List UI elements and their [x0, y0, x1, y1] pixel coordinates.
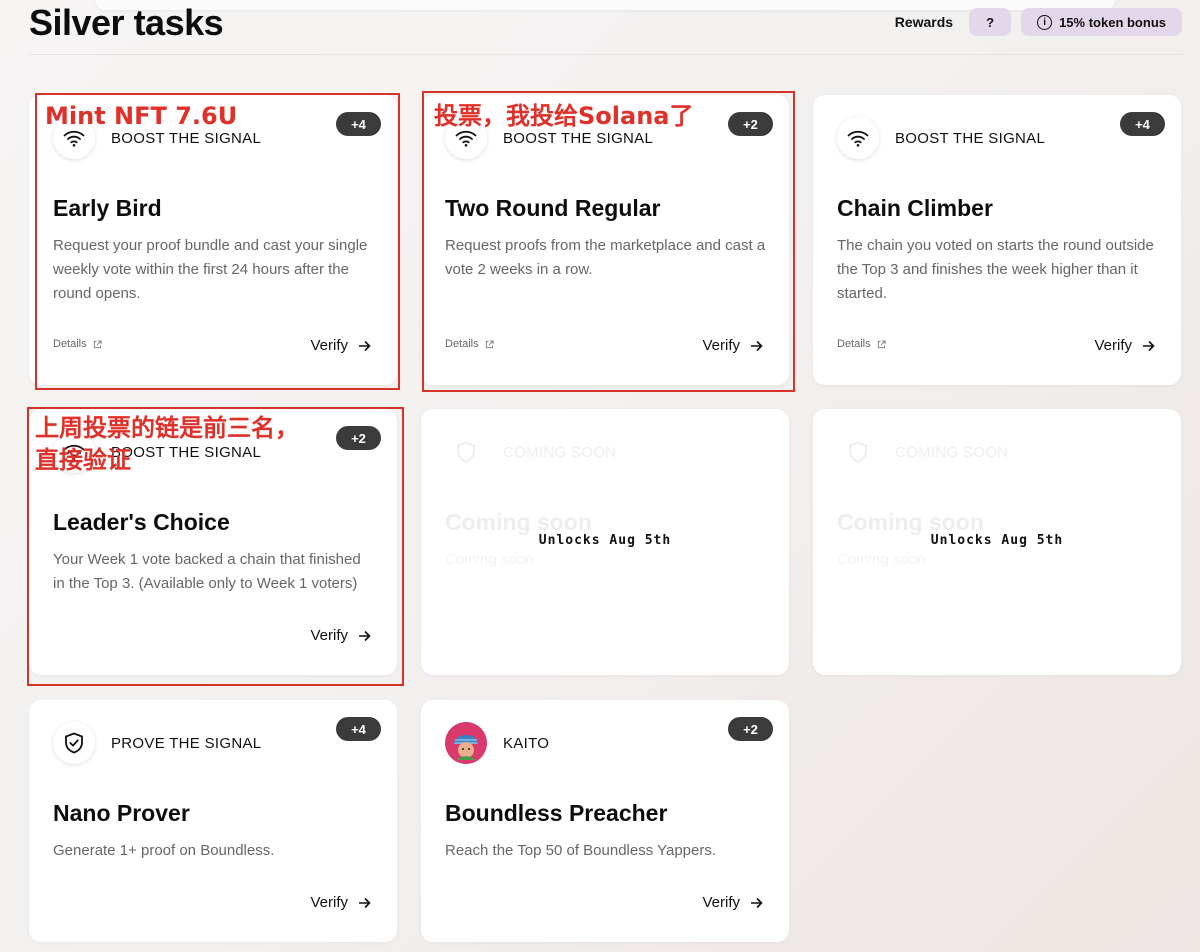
annotation-text-two-round: 投票，我投给Solana了 — [434, 102, 694, 130]
verify-label: Verify — [702, 337, 740, 354]
task-card-coming-soon: COMING SOON Coming soon Coming soon Unlo… — [813, 409, 1181, 675]
task-category: BOOST THE SIGNAL — [503, 130, 654, 147]
verify-label: Verify — [310, 894, 348, 911]
task-title: Coming soon — [445, 509, 592, 535]
annotation-text-leaders-choice-line1: 上周投票的链是前三名， — [35, 414, 299, 442]
wifi-icon — [837, 117, 879, 159]
task-description: Coming soon — [445, 551, 534, 568]
external-link-icon — [93, 339, 102, 348]
task-card-coming-soon: COMING SOON Coming soon Coming soon Unlo… — [421, 409, 789, 675]
details-link[interactable]: Details — [837, 338, 886, 350]
task-title: Two Round Regular — [445, 195, 661, 221]
task-category: BOOST THE SIGNAL — [111, 444, 262, 461]
task-title: Leader's Choice — [53, 509, 230, 535]
task-card-boundless-preacher: KAITO +2 Boundless Preacher Reach the To… — [421, 700, 789, 942]
token-bonus-button[interactable]: i 15% token bonus — [1021, 8, 1182, 36]
shield-icon — [445, 431, 487, 473]
arrow-right-icon — [1143, 340, 1155, 351]
arrow-right-icon — [751, 340, 763, 351]
page-title: Silver tasks — [29, 2, 224, 43]
task-title: Early Bird — [53, 195, 162, 221]
verify-label: Verify — [310, 627, 348, 644]
details-link[interactable]: Details — [445, 338, 494, 350]
verify-button[interactable]: Verify — [310, 627, 371, 644]
task-category: PROVE THE SIGNAL — [111, 735, 262, 752]
task-category: COMING SOON — [895, 444, 1009, 461]
points-badge: +4 — [336, 112, 381, 136]
task-card-two-round-regular: BOOST THE SIGNAL +2 Two Round Regular Re… — [421, 95, 789, 385]
details-label: Details — [837, 338, 871, 350]
token-bonus-label: 15% token bonus — [1059, 14, 1166, 30]
task-title: Coming soon — [837, 509, 984, 535]
info-icon: i — [1037, 14, 1053, 30]
verify-label: Verify — [310, 337, 348, 354]
details-label: Details — [445, 338, 479, 350]
shield-icon — [837, 431, 879, 473]
task-description: Generate 1+ proof on Boundless. — [53, 842, 275, 859]
task-description: Reach the Top 50 of Boundless Yappers. — [445, 842, 717, 859]
task-title: Chain Climber — [837, 195, 993, 221]
task-title: Nano Prover — [53, 800, 190, 826]
task-category: KAITO — [503, 735, 550, 752]
verify-button[interactable]: Verify — [310, 894, 371, 911]
external-link-icon — [877, 339, 886, 348]
annotation-text-leaders-choice-line2: 直接验证 — [35, 446, 131, 474]
verify-button[interactable]: Verify — [310, 337, 371, 354]
task-category: COMING SOON — [503, 444, 617, 461]
task-card-chain-climber: BOOST THE SIGNAL +4 Chain Climber The ch… — [813, 95, 1181, 385]
verify-label: Verify — [1094, 337, 1132, 354]
task-description: Coming soon — [837, 551, 926, 568]
points-badge: +4 — [1120, 112, 1165, 136]
task-category: BOOST THE SIGNAL — [895, 130, 1046, 147]
verify-button[interactable]: Verify — [1094, 337, 1155, 354]
verify-label: Verify — [702, 894, 740, 911]
task-title: Boundless Preacher — [445, 800, 668, 826]
shield-check-icon — [53, 722, 95, 764]
points-badge: +4 — [336, 717, 381, 741]
task-description: Request your proof bundle and cast your … — [53, 237, 368, 302]
header-divider — [29, 54, 1182, 55]
details-link[interactable]: Details — [53, 338, 102, 350]
task-card-nano-prover: PROVE THE SIGNAL +4 Nano Prover Generate… — [29, 700, 397, 942]
kaito-avatar — [445, 722, 487, 764]
header-actions: Rewards ? i 15% token bonus — [895, 8, 1182, 36]
verify-button[interactable]: Verify — [702, 337, 763, 354]
arrow-right-icon — [751, 897, 763, 908]
verify-button[interactable]: Verify — [702, 894, 763, 911]
rewards-link[interactable]: Rewards — [895, 14, 953, 30]
task-category: BOOST THE SIGNAL — [111, 130, 262, 147]
task-description: Your Week 1 vote backed a chain that fin… — [53, 551, 361, 592]
arrow-right-icon — [359, 340, 371, 351]
external-link-icon — [485, 339, 494, 348]
arrow-right-icon — [359, 630, 371, 641]
help-button[interactable]: ? — [969, 8, 1012, 36]
unlock-date-label: Unlocks Aug 5th — [538, 533, 672, 548]
points-badge: +2 — [728, 112, 773, 136]
details-label: Details — [53, 338, 87, 350]
arrow-right-icon — [359, 897, 371, 908]
task-card-early-bird: BOOST THE SIGNAL +4 Early Bird Request y… — [29, 95, 397, 385]
task-description: The chain you voted on starts the round … — [837, 237, 1154, 302]
points-badge: +2 — [728, 717, 773, 741]
points-badge: +2 — [336, 426, 381, 450]
task-description: Request proofs from the marketplace and … — [445, 237, 766, 278]
annotation-text-early-bird: Mint NFT 7.6U — [45, 102, 238, 130]
unlock-date-label: Unlocks Aug 5th — [930, 533, 1064, 548]
